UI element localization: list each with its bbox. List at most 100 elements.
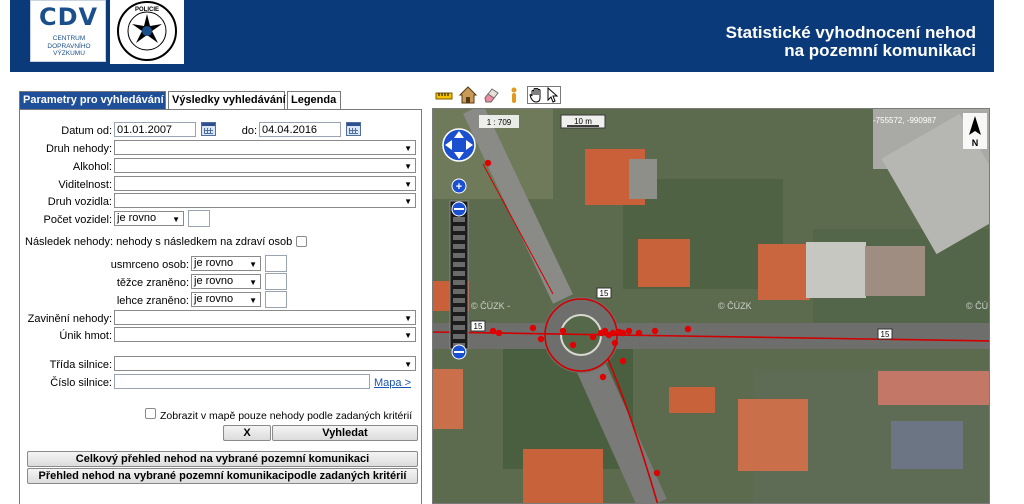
scale-ratio: 1 : 709 bbox=[487, 118, 512, 127]
chevron-down-icon: ▼ bbox=[404, 180, 412, 189]
accident-marker[interactable] bbox=[569, 341, 577, 349]
usmrceno-select[interactable]: je rovno ▼ bbox=[191, 256, 261, 271]
minus-icon bbox=[454, 208, 464, 210]
zoom-tick bbox=[453, 325, 465, 330]
overview-criteria-button[interactable]: Přehled nehod na vybrané pozemní komunik… bbox=[27, 468, 418, 484]
lehce-input[interactable] bbox=[265, 291, 287, 308]
coordinates-readout: -755572, -990987 bbox=[873, 116, 937, 125]
page-title-line2: na pozemní komunikaci bbox=[784, 41, 976, 60]
zoom-tick bbox=[453, 289, 465, 294]
accident-marker[interactable] bbox=[537, 335, 545, 343]
cdv-logo: CDV CENTRUM DOPRAVNÍHO VÝZKUMU bbox=[30, 0, 106, 62]
building bbox=[865, 246, 925, 296]
pan-control[interactable] bbox=[442, 128, 476, 162]
chevron-down-icon: ▼ bbox=[404, 360, 412, 369]
measure-icon[interactable] bbox=[435, 86, 453, 104]
pocet-vozidel-input[interactable] bbox=[188, 210, 210, 227]
north-label: N bbox=[972, 138, 979, 148]
date-to-label: do: bbox=[235, 125, 257, 137]
nasledek-label-text: Následek nehody: bbox=[25, 236, 114, 248]
zobrazit-checkbox[interactable] bbox=[145, 408, 156, 419]
zavineni-label: Zavinění nehody: bbox=[27, 313, 112, 325]
police-logo: POLICIE bbox=[110, 0, 184, 64]
accident-marker[interactable] bbox=[619, 329, 627, 337]
usmrceno-value: je rovno bbox=[194, 257, 234, 269]
accident-marker[interactable] bbox=[489, 327, 497, 335]
building bbox=[806, 242, 866, 298]
accident-marker[interactable] bbox=[609, 329, 617, 337]
unik-select[interactable]: ▼ bbox=[114, 327, 416, 342]
date-from-input[interactable] bbox=[114, 122, 196, 137]
road-number-label: 15 bbox=[470, 320, 486, 332]
calendar-icon[interactable] bbox=[201, 122, 216, 136]
pocet-vozidel-select[interactable]: je rovno ▼ bbox=[114, 211, 184, 226]
druh-vozidla-select[interactable]: ▼ bbox=[114, 193, 416, 208]
accident-marker[interactable] bbox=[529, 324, 537, 332]
lehce-select[interactable]: je rovno ▼ bbox=[191, 292, 261, 307]
cursor-icon[interactable] bbox=[546, 87, 560, 103]
pan-tools bbox=[527, 86, 561, 104]
tab-search-parameters[interactable]: Parametry pro vyhledávání bbox=[19, 91, 166, 109]
eraser-icon[interactable] bbox=[482, 86, 500, 104]
accident-marker[interactable] bbox=[495, 329, 503, 337]
accident-marker[interactable] bbox=[589, 333, 597, 341]
chevron-down-icon: ▼ bbox=[404, 144, 412, 153]
accident-marker[interactable] bbox=[635, 329, 643, 337]
tab-search-results[interactable]: Výsledky vyhledávání bbox=[168, 91, 286, 109]
search-button[interactable]: Vyhledat bbox=[272, 425, 418, 441]
date-from-label: Datum od: bbox=[61, 125, 112, 137]
road-number-label: 15 bbox=[596, 287, 612, 299]
building bbox=[738, 399, 808, 471]
zoom-tick bbox=[453, 334, 465, 339]
tab-legend[interactable]: Legenda bbox=[287, 91, 341, 109]
accident-marker[interactable] bbox=[611, 339, 619, 347]
aerial-map[interactable]: 15 15 15 © ČÚZK - © ČÚZK © ČÚ 1 : 709 10… bbox=[433, 109, 990, 504]
accident-marker[interactable] bbox=[599, 373, 607, 381]
hand-pan-icon[interactable] bbox=[528, 87, 546, 103]
tezce-select[interactable]: je rovno ▼ bbox=[191, 274, 261, 289]
calendar-icon[interactable] bbox=[346, 122, 361, 136]
tezce-input[interactable] bbox=[265, 273, 287, 290]
map-watermark: © ČÚ bbox=[966, 301, 988, 311]
cdv-logo-mark: CDV bbox=[39, 3, 99, 31]
cislo-label: Číslo silnice: bbox=[50, 377, 112, 389]
accident-marker[interactable] bbox=[559, 327, 567, 335]
building bbox=[758, 244, 810, 300]
building bbox=[891, 421, 963, 469]
lehce-label: lehce zraněno: bbox=[116, 295, 189, 307]
accident-marker[interactable] bbox=[651, 327, 659, 335]
lehce-value: je rovno bbox=[194, 293, 234, 305]
zoom-tick bbox=[453, 271, 465, 276]
druh-nehody-select[interactable]: ▼ bbox=[114, 140, 416, 155]
cislo-silnice-input[interactable] bbox=[114, 374, 370, 389]
clear-button[interactable]: X bbox=[223, 425, 271, 441]
zoom-tick bbox=[453, 307, 465, 312]
accident-marker[interactable] bbox=[625, 327, 633, 335]
overview-button[interactable]: Celkový přehled nehod na vybrané pozemní… bbox=[27, 451, 418, 467]
building bbox=[669, 387, 715, 413]
zavineni-select[interactable]: ▼ bbox=[114, 310, 416, 325]
building bbox=[433, 369, 463, 429]
person-icon[interactable] bbox=[505, 86, 523, 104]
building bbox=[878, 371, 989, 405]
accident-marker[interactable] bbox=[619, 357, 627, 365]
trida-select[interactable]: ▼ bbox=[114, 356, 416, 371]
druh-nehody-label: Druh nehody: bbox=[45, 143, 112, 155]
nasledek-checkbox[interactable] bbox=[296, 236, 307, 247]
search-panel: Datum od: do: Druh nehody: ▼ Alkohol: ▼ … bbox=[19, 109, 422, 504]
usmrceno-input[interactable] bbox=[265, 255, 287, 272]
accident-marker[interactable] bbox=[684, 325, 692, 333]
road-number-label: 15 bbox=[877, 328, 893, 340]
alkohol-select[interactable]: ▼ bbox=[114, 158, 416, 173]
zoom-tick bbox=[453, 253, 465, 258]
mapa-link[interactable]: Mapa > bbox=[374, 377, 411, 389]
chevron-down-icon: ▼ bbox=[404, 314, 412, 323]
date-to-input[interactable] bbox=[259, 122, 341, 137]
road-number-text: 15 bbox=[600, 289, 609, 298]
header: CDV CENTRUM DOPRAVNÍHO VÝZKUMU POLICIE S… bbox=[0, 0, 1024, 72]
map-view[interactable]: 15 15 15 © ČÚZK - © ČÚZK © ČÚ 1 : 709 10… bbox=[432, 108, 990, 504]
accident-marker[interactable] bbox=[653, 469, 661, 477]
viditelnost-select[interactable]: ▼ bbox=[114, 176, 416, 191]
accident-marker[interactable] bbox=[484, 159, 492, 167]
home-icon[interactable] bbox=[459, 86, 477, 104]
